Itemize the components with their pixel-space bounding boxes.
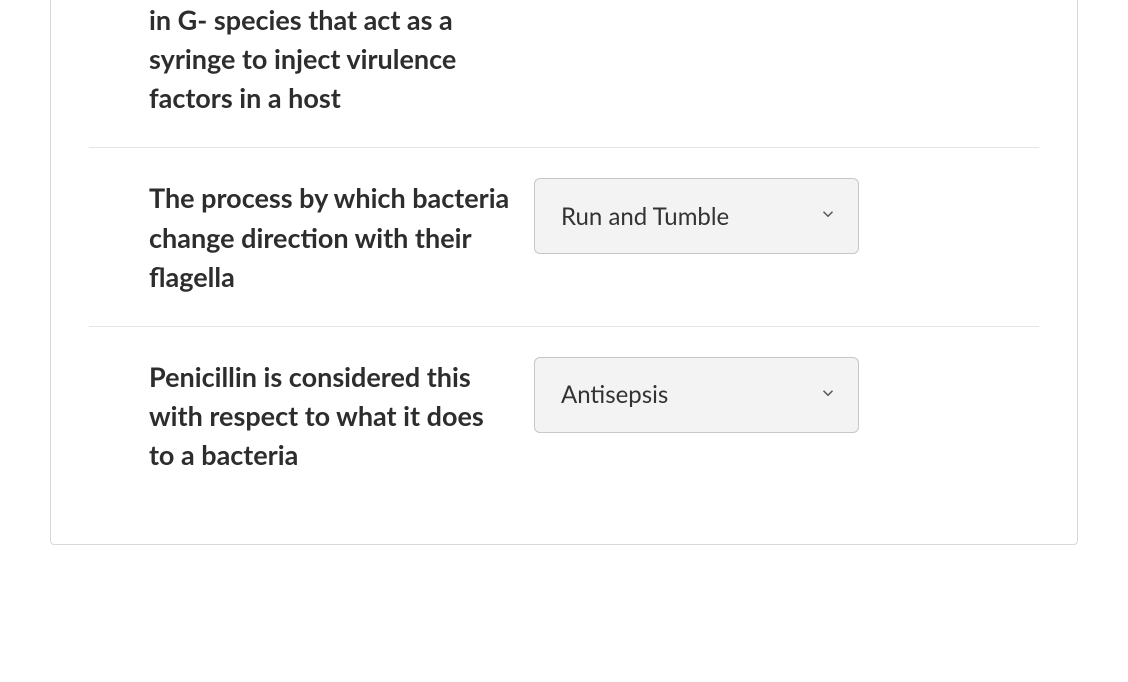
- question-prompt: The process by which bacteria change dir…: [89, 178, 534, 295]
- question-row: The process by which bacteria change dir…: [89, 147, 1039, 325]
- question-card: in G- species that act as a syringe to i…: [50, 0, 1078, 545]
- question-row: in G- species that act as a syringe to i…: [89, 0, 1039, 147]
- answer-select[interactable]: Antisepsis: [534, 357, 859, 433]
- quiz-container: in G- species that act as a syringe to i…: [0, 0, 1128, 682]
- question-prompt: in G- species that act as a syringe to i…: [89, 0, 534, 117]
- question-row: Penicillin is considered this with respe…: [89, 326, 1039, 504]
- answer-select-wrap: Antisepsis: [534, 357, 859, 433]
- answer-select-wrap: Run and Tumble: [534, 178, 859, 254]
- question-prompt: Penicillin is considered this with respe…: [89, 357, 534, 474]
- answer-select[interactable]: Run and Tumble: [534, 178, 859, 254]
- answer-cell: Run and Tumble: [534, 178, 1039, 254]
- answer-cell: Antisepsis: [534, 357, 1039, 433]
